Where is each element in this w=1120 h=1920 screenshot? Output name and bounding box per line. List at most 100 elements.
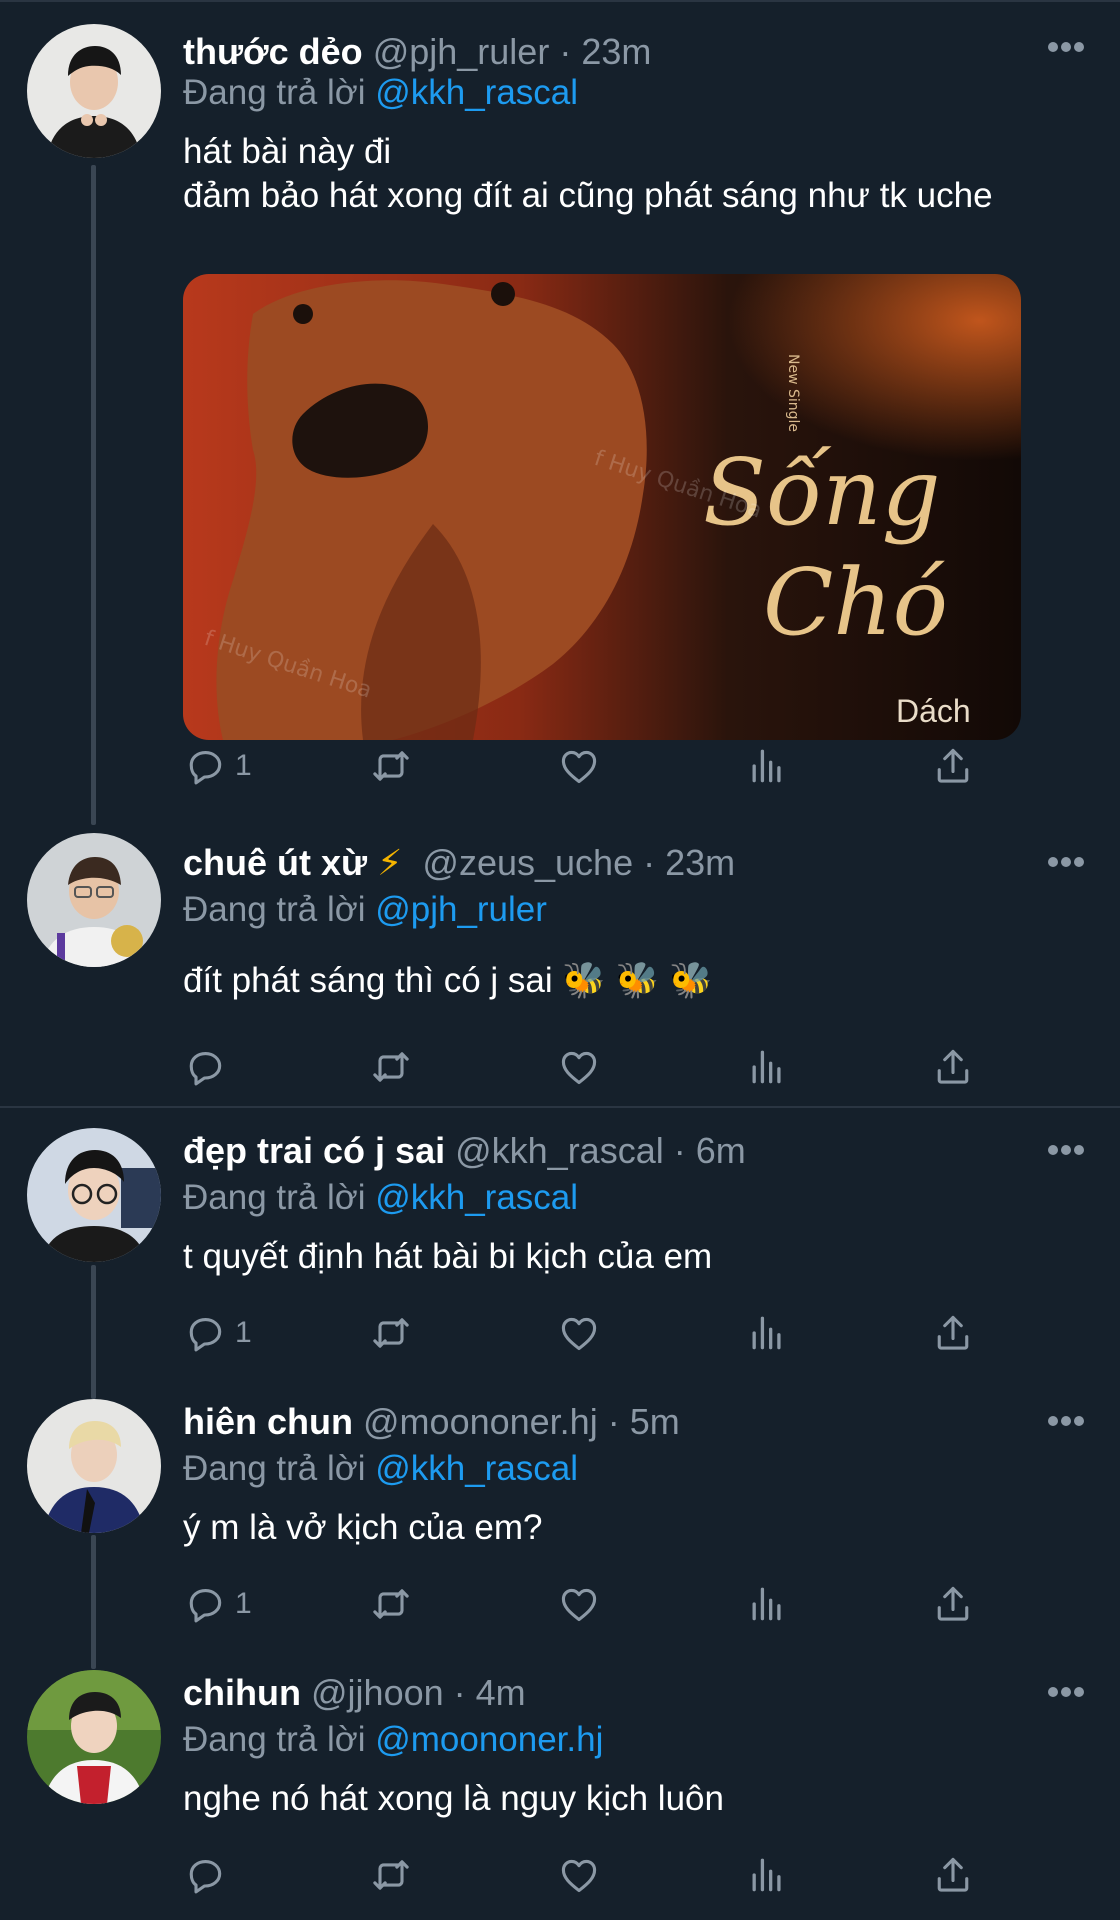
tweet[interactable]: hiên chun @moononer.hj · 5m Đang trả lời… [0, 1392, 1120, 1642]
timestamp[interactable]: · 6m [674, 1130, 746, 1171]
tweet-header: hiên chun @moononer.hj · 5m [183, 1392, 680, 1452]
tweet-text: đít phát sáng thì có j sai 🐝 🐝 🐝 [183, 959, 713, 1003]
reply-icon [183, 1311, 227, 1355]
share-icon [931, 744, 975, 788]
reply-button[interactable] [183, 1849, 235, 1901]
tweet[interactable]: chuê út xừ ⚡ @zeus_uche · 23m Đang trả l… [0, 833, 1120, 1093]
replying-to: Đang trả lời @kkh_rascal [183, 1173, 578, 1223]
tweet-actions: 1 [183, 740, 1003, 792]
retweet-button[interactable] [369, 740, 413, 792]
tweet-text-line: t quyết định hát bài bi kịch của em [183, 1237, 713, 1276]
tweet[interactable]: chihun @jjhoon · 4m Đang trả lời @moonon… [0, 1663, 1120, 1913]
avatar[interactable] [27, 24, 161, 158]
timestamp[interactable]: · 4m [454, 1672, 526, 1713]
reply-prefix: Đang trả lời [183, 1720, 366, 1759]
like-button[interactable] [557, 740, 601, 792]
lightning-icon: ⚡ [377, 842, 403, 883]
more-icon[interactable] [1048, 1687, 1084, 1699]
timestamp[interactable]: · 5m [608, 1401, 680, 1442]
share-button[interactable] [931, 1307, 975, 1359]
display-name[interactable]: đẹp trai có j sai [183, 1130, 445, 1171]
views-icon [745, 744, 789, 788]
heart-icon [557, 1582, 601, 1626]
display-name[interactable]: thước dẻo [183, 31, 363, 72]
views-button[interactable] [745, 1041, 789, 1093]
avatar[interactable] [27, 1399, 161, 1533]
tweet-actions [183, 1041, 1003, 1093]
like-button[interactable] [557, 1307, 601, 1359]
top-divider [0, 0, 1120, 2]
mention-link[interactable]: @kkh_rascal [375, 73, 578, 112]
user-handle[interactable]: @zeus_uche [422, 842, 633, 883]
tweet-header: đẹp trai có j sai @kkh_rascal · 6m [183, 1121, 746, 1181]
user-handle[interactable]: @kkh_rascal [455, 1130, 664, 1171]
views-icon [745, 1582, 789, 1626]
tweet-text: nghe nó hát xong là nguy kịch luôn [183, 1777, 724, 1821]
tweet[interactable]: thước dẻo @pjh_ruler · 23m Đang trả lời … [0, 22, 1120, 807]
avatar[interactable] [27, 1670, 161, 1804]
reply-prefix: Đang trả lời [183, 1178, 366, 1217]
share-icon [931, 1311, 975, 1355]
user-handle[interactable]: @moononer.hj [363, 1401, 598, 1442]
display-name[interactable]: chihun [183, 1672, 301, 1713]
retweet-icon [369, 1582, 413, 1626]
user-handle[interactable]: @pjh_ruler [373, 31, 550, 72]
like-button[interactable] [557, 1849, 601, 1901]
share-button[interactable] [931, 1849, 975, 1901]
tweet-header: chihun @jjhoon · 4m [183, 1663, 526, 1723]
reply-button[interactable]: 1 [183, 1578, 252, 1630]
reply-prefix: Đang trả lời [183, 1449, 366, 1488]
more-icon[interactable] [1048, 1416, 1084, 1428]
more-icon[interactable] [1048, 857, 1084, 869]
like-button[interactable] [557, 1041, 601, 1093]
retweet-button[interactable] [369, 1849, 413, 1901]
display-name[interactable]: chuê út xừ [183, 842, 367, 883]
share-button[interactable] [931, 740, 975, 792]
views-button[interactable] [745, 1307, 789, 1359]
heart-icon [557, 1853, 601, 1897]
more-icon[interactable] [1048, 42, 1084, 54]
retweet-button[interactable] [369, 1041, 413, 1093]
more-icon[interactable] [1048, 1145, 1084, 1157]
reply-prefix: Đang trả lời [183, 890, 366, 929]
media-image[interactable]: New Single Sống Chó Dách f Huy Quần Hoa … [183, 274, 1021, 740]
reply-button[interactable]: 1 [183, 740, 252, 792]
share-icon [931, 1582, 975, 1626]
tweet-header: chuê út xừ ⚡ @zeus_uche · 23m [183, 833, 735, 893]
user-handle[interactable]: @jjhoon [311, 1672, 444, 1713]
views-button[interactable] [745, 740, 789, 792]
reply-icon [183, 1045, 227, 1089]
share-button[interactable] [931, 1041, 975, 1093]
retweet-icon [369, 744, 413, 788]
mention-link[interactable]: @kkh_rascal [375, 1178, 578, 1217]
mention-link[interactable]: @kkh_rascal [375, 1449, 578, 1488]
mention-link[interactable]: @pjh_ruler [375, 890, 547, 929]
like-button[interactable] [557, 1578, 601, 1630]
heart-icon [557, 1045, 601, 1089]
tweet-text-line: nghe nó hát xong là nguy kịch luôn [183, 1779, 724, 1818]
heart-icon [557, 744, 601, 788]
reply-count: 1 [235, 1587, 252, 1620]
avatar[interactable] [27, 833, 161, 967]
timestamp[interactable]: · 23m [643, 842, 735, 883]
tweet-text-line: đít phát sáng thì có j sai 🐝 🐝 🐝 [183, 961, 713, 1000]
views-button[interactable] [745, 1578, 789, 1630]
reply-button[interactable]: 1 [183, 1307, 252, 1359]
reply-button[interactable] [183, 1041, 235, 1093]
retweet-button[interactable] [369, 1578, 413, 1630]
mention-link[interactable]: @moononer.hj [375, 1720, 603, 1759]
display-name[interactable]: hiên chun [183, 1401, 353, 1442]
reply-count: 1 [235, 749, 252, 782]
views-button[interactable] [745, 1849, 789, 1901]
tweet-text: t quyết định hát bài bi kịch của em [183, 1235, 712, 1279]
tweet[interactable]: đẹp trai có j sai @kkh_rascal · 6m Đang … [0, 1121, 1120, 1371]
tweet-text: ý m là vở kịch của em? [183, 1506, 542, 1550]
media-artist: Dách [896, 693, 971, 729]
share-button[interactable] [931, 1578, 975, 1630]
avatar[interactable] [27, 1128, 161, 1262]
reply-count: 1 [235, 1316, 252, 1349]
timestamp[interactable]: · 23m [559, 31, 651, 72]
heart-icon [557, 1311, 601, 1355]
tweet-text-line: đảm bảo hát xong đít ai cũng phát sáng n… [183, 176, 993, 215]
retweet-button[interactable] [369, 1307, 413, 1359]
